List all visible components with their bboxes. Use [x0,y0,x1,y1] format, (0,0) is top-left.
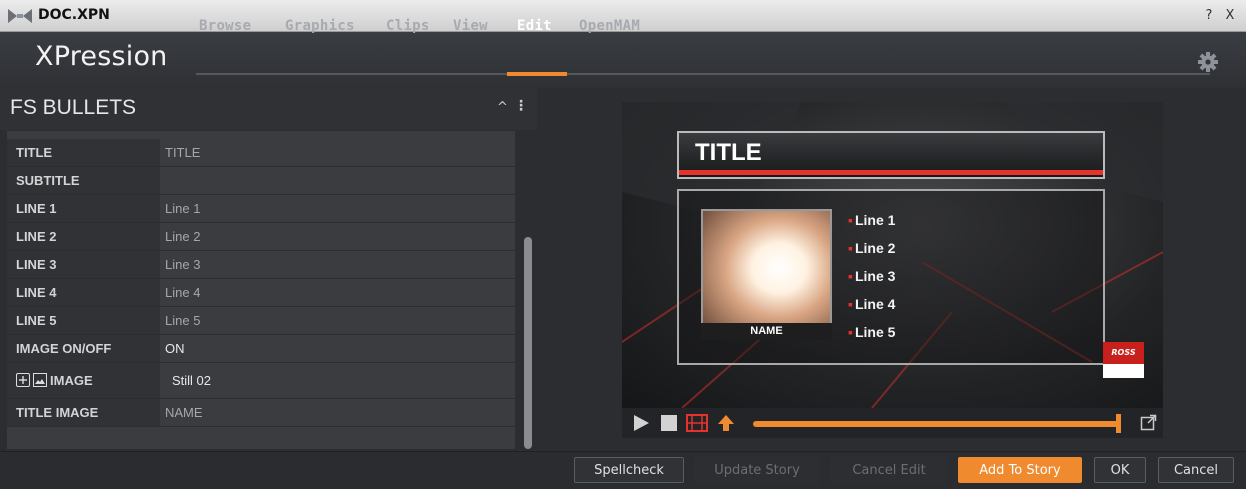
gear-icon[interactable] [1198,52,1218,72]
preview-image [701,209,832,340]
expand-icon[interactable] [16,373,30,387]
field-value-image-toggle[interactable]: ON [160,335,515,362]
play-icon[interactable] [632,414,650,432]
preview-bullet: Line 3 [848,268,895,284]
field-label: LINE 1 [7,195,160,222]
panel-title: FS BULLETS [10,96,137,119]
tab-openmam[interactable]: OpenMAM [579,18,640,34]
active-tab-indicator [507,72,567,76]
ross-logo-text: ROSS [1103,342,1144,364]
field-row-image: IMAGE Still 02 [7,363,515,399]
preview-image-caption: NAME [701,323,832,340]
stop-icon[interactable] [660,414,678,432]
app-logo: XPression [35,41,168,72]
field-label: LINE 3 [7,251,160,278]
tab-browse[interactable]: Browse [199,18,251,34]
field-row-line3: LINE 3 Line 3 [7,251,515,279]
timeline-handle[interactable] [1116,414,1121,433]
field-label: TITLE IMAGE [7,399,160,426]
collapse-icon[interactable]: ^ [497,100,508,115]
panel-menu-icon[interactable]: ⋮ [514,98,528,114]
preview-title: TITLE [695,139,762,166]
panel-header: FS BULLETS ^ ⋮ [0,88,537,130]
field-value-line3[interactable]: Line 3 [160,251,515,278]
ross-logo: ROSS [1103,342,1144,378]
field-list: TITLE TITLE SUBTITLE LINE 1 Line 1 LINE … [7,131,515,449]
tab-graphics[interactable]: Graphics [285,18,355,34]
field-value-title-image[interactable]: NAME [160,399,515,426]
panel-scrollbar[interactable] [524,237,532,449]
field-value-line1[interactable]: Line 1 [160,195,515,222]
timeline-track[interactable] [753,421,1120,427]
field-row-title-image: TITLE IMAGE NAME [7,399,515,427]
add-to-story-button[interactable]: Add To Story [958,457,1082,483]
update-story-button[interactable]: Update Story [694,457,820,483]
field-label-text: IMAGE [50,373,93,388]
field-row-line4: LINE 4 Line 4 [7,279,515,307]
field-row-subtitle: SUBTITLE [7,167,515,195]
film-icon[interactable] [686,414,708,432]
graphic-preview: TITLE NAME Line 1 Line 2 Line 3 Line 4 L… [622,102,1163,408]
transport-bar [622,408,1163,438]
tab-view[interactable]: View [453,18,488,34]
field-value-subtitle[interactable] [160,167,515,194]
field-label: LINE 2 [7,223,160,250]
window-title: DOC.XPN [38,7,110,23]
field-row-line5: LINE 5 Line 5 [7,307,515,335]
field-label: LINE 4 [7,279,160,306]
nav-divider [196,73,1210,75]
field-row-line2: LINE 2 Line 2 [7,223,515,251]
cancel-edit-button[interactable]: Cancel Edit [830,457,948,483]
preview-bullet: Line 4 [848,296,895,312]
field-value-line2[interactable]: Line 2 [160,223,515,250]
ok-button[interactable]: OK [1094,457,1146,483]
preview-bullet: Line 2 [848,240,895,256]
field-value-image[interactable]: Still 02 [160,363,515,398]
field-value-line5[interactable]: Line 5 [160,307,515,334]
spellcheck-button[interactable]: Spellcheck [574,457,684,483]
tab-edit[interactable]: Edit [517,18,552,34]
preview-bullet: Line 1 [848,212,895,228]
field-value-line4[interactable]: Line 4 [160,279,515,306]
popout-icon[interactable] [1140,414,1157,431]
field-label-image: IMAGE [7,363,160,398]
app-header: XPression [0,32,1246,88]
field-value-title[interactable]: TITLE [160,139,515,166]
preview-title-bar: TITLE [677,131,1105,179]
preview-title-accent [679,170,1103,175]
upload-arrow-icon[interactable] [717,414,735,432]
image-icon [33,373,47,387]
cancel-button[interactable]: Cancel [1158,457,1234,483]
app-icon [8,9,32,23]
field-label: TITLE [7,139,160,166]
help-button[interactable]: ? [1199,6,1219,25]
close-window-button[interactable]: X [1220,6,1240,25]
field-label: LINE 5 [7,307,160,334]
field-row-image-toggle: IMAGE ON/OFF ON [7,335,515,363]
tab-clips[interactable]: Clips [386,18,430,34]
field-label: SUBTITLE [7,167,160,194]
field-row-title: TITLE TITLE [7,139,515,167]
field-row-line1: LINE 1 Line 1 [7,195,515,223]
action-bar: Spellcheck Update Story Cancel Edit Add … [0,451,1246,489]
preview-bullet: Line 5 [848,324,895,340]
field-label: IMAGE ON/OFF [7,335,160,362]
